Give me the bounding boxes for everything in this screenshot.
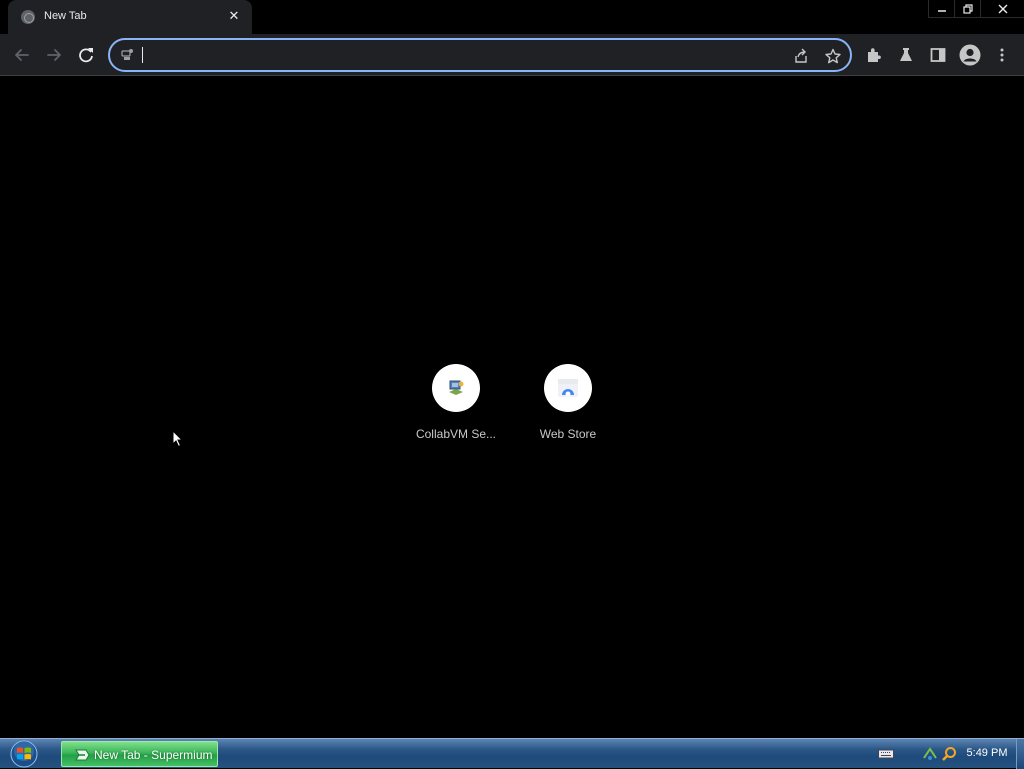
web-store-icon <box>544 364 592 412</box>
minimize-button[interactable] <box>928 0 954 18</box>
globe-icon <box>21 10 35 24</box>
share-icon <box>795 48 807 63</box>
arrow-back-icon <box>15 49 29 61</box>
bookmark-button[interactable] <box>822 45 844 67</box>
keyboard-icon[interactable] <box>878 746 894 762</box>
tab-new-tab[interactable]: New Tab ✕ <box>8 0 252 34</box>
profile-button[interactable] <box>954 39 986 71</box>
close-icon <box>998 4 1007 13</box>
taskbar: New Tab - Supermium 5:49 PM <box>0 738 1024 769</box>
labs-button[interactable] <box>890 39 922 71</box>
forward-button[interactable] <box>38 39 70 71</box>
shortcut-label: CollabVM Se... <box>415 427 497 441</box>
window-controls <box>928 0 1024 18</box>
tab-close-icon[interactable]: ✕ <box>226 8 242 24</box>
start-button[interactable] <box>7 739 41 769</box>
browser-toolbar <box>0 34 1024 76</box>
tab-title: New Tab <box>44 10 87 22</box>
flask-icon <box>900 48 912 61</box>
new-tab-page: CollabVM Se... Web Store <box>0 77 1024 738</box>
share-button[interactable] <box>790 45 812 67</box>
supermium-icon <box>75 749 90 761</box>
tab-strip: New Tab ✕ <box>0 0 1024 34</box>
menu-button[interactable] <box>986 39 1018 71</box>
extensions-button[interactable] <box>858 39 890 71</box>
taskbar-button-supermium[interactable]: New Tab - Supermium <box>61 741 218 767</box>
more-vert-icon <box>1000 48 1004 62</box>
site-info-icon <box>121 49 133 60</box>
arrow-forward-icon <box>47 49 61 61</box>
text-caret <box>142 47 143 63</box>
close-window-button[interactable] <box>980 0 1024 18</box>
reload-button[interactable] <box>70 39 102 71</box>
address-bar[interactable] <box>108 38 852 72</box>
system-clock[interactable]: 5:49 PM <box>958 747 1016 759</box>
star-icon <box>825 48 841 64</box>
windows-start-orb-icon <box>10 740 38 768</box>
shortcut-web-store[interactable]: Web Store <box>512 354 624 444</box>
shortcut-label: Web Store <box>539 427 597 441</box>
side-panel-icon <box>930 48 946 62</box>
mouse-cursor-icon <box>172 430 184 448</box>
collabvm-icon <box>432 364 480 412</box>
browser-window: New Tab ✕ CollabVM Se... Web Store <box>0 0 1024 738</box>
search-icon[interactable] <box>941 746 957 762</box>
reload-icon <box>79 48 93 63</box>
show-desktop-button[interactable] <box>1016 739 1024 769</box>
address-input[interactable] <box>140 43 780 67</box>
shortcut-collabvm[interactable]: CollabVM Se... <box>400 354 512 444</box>
restore-icon <box>962 3 973 14</box>
minimize-icon <box>937 9 946 12</box>
side-panel-button[interactable] <box>922 39 954 71</box>
network-icon[interactable] <box>922 746 938 762</box>
restore-button[interactable] <box>954 0 980 18</box>
puzzle-icon <box>868 48 881 62</box>
taskbar-button-label: New Tab - Supermium <box>94 748 213 762</box>
back-button[interactable] <box>6 39 38 71</box>
account-icon <box>959 44 981 66</box>
